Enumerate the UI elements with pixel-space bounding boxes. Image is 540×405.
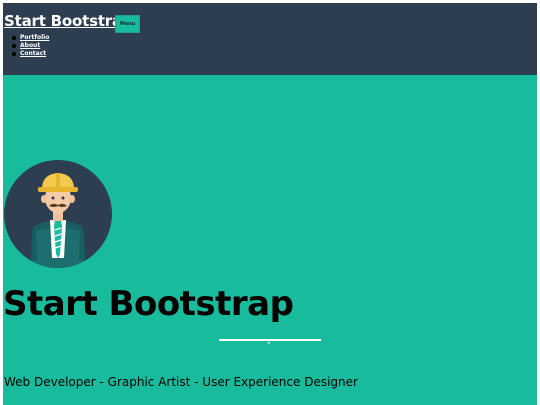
nav-list: Portfolio About Contact <box>12 34 49 58</box>
nav-item-about[interactable]: About <box>12 42 49 50</box>
avatar-icon <box>4 160 112 268</box>
menu-button[interactable]: Menu <box>115 15 140 33</box>
hero-title: Start Bootstrap <box>3 284 294 324</box>
star-icon: ★ <box>267 340 271 345</box>
nav-link-about[interactable]: About <box>20 42 40 49</box>
navbar: Start Bootstrap Menu Portfolio About Con… <box>3 3 537 75</box>
brand-link[interactable]: Start Bootstrap <box>4 12 133 30</box>
hero-subtitle: Web Developer - Graphic Artist - User Ex… <box>4 375 358 389</box>
nav-link-contact[interactable]: Contact <box>20 50 46 57</box>
nav-link-portfolio[interactable]: Portfolio <box>20 34 49 41</box>
nav-item-portfolio[interactable]: Portfolio <box>12 34 49 42</box>
page: Start Bootstrap Menu Portfolio About Con… <box>3 3 537 405</box>
hero-section: Start Bootstrap ★ Web Developer - Graphi… <box>3 75 537 405</box>
nav-item-contact[interactable]: Contact <box>12 50 49 58</box>
